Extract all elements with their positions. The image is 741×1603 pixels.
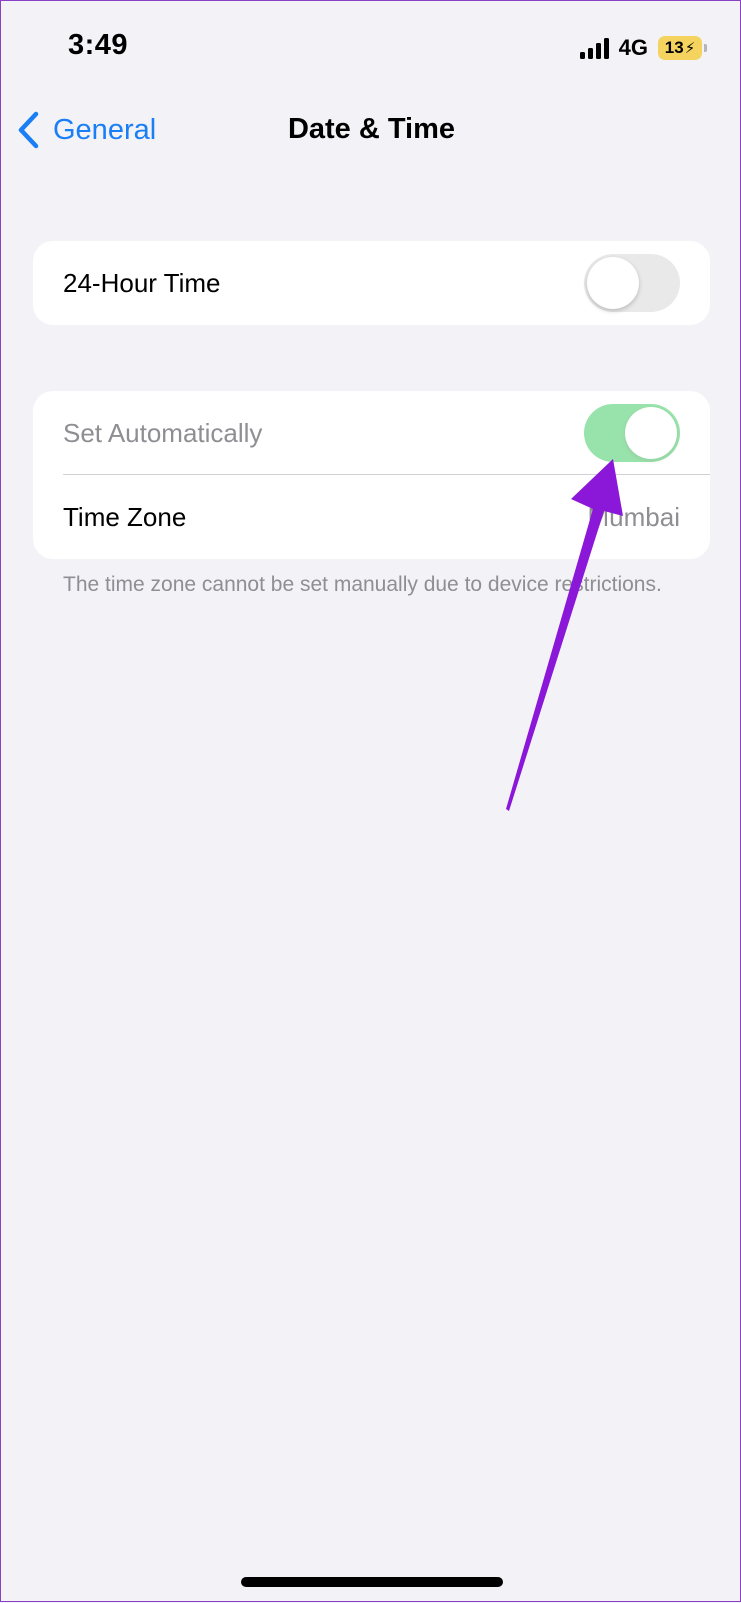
time-format-group: 24-Hour Time [33,241,710,325]
charging-bolt-icon: ⚡ [684,40,696,57]
screen: 3:49 4G 13 ⚡ General Date & Time 24-Hour… [0,0,741,1602]
24-hour-time-label: 24-Hour Time [63,267,221,298]
toggle-knob [587,257,639,309]
status-bar: 3:49 4G 13 ⚡ [1,1,741,97]
24-hour-time-toggle[interactable] [584,254,680,312]
status-indicators: 4G 13 ⚡ [579,35,707,61]
network-type-label: 4G [618,35,648,60]
status-time: 3:49 [68,29,129,61]
navigation-bar: General Date & Time [1,97,741,167]
row-set-automatically: Set Automatically [33,391,710,475]
time-zone-value: Mumbai [587,501,680,532]
cellular-signal-icon [579,37,609,59]
page-title: Date & Time [287,113,456,145]
home-indicator [241,1577,503,1587]
set-automatically-toggle[interactable] [584,404,680,462]
toggle-knob [625,407,677,459]
automatic-time-group: Set Automatically Time Zone Mumbai [33,391,710,559]
time-zone-label: Time Zone [63,501,187,532]
battery-percent: 13 [664,38,684,57]
row-time-zone[interactable]: Time Zone Mumbai [33,475,710,559]
time-zone-footnote: The time zone cannot be set manually due… [63,573,662,596]
set-automatically-label: Set Automatically [63,417,263,448]
battery-icon: 13 ⚡ [658,36,707,60]
row-24-hour-time: 24-Hour Time [33,241,710,325]
